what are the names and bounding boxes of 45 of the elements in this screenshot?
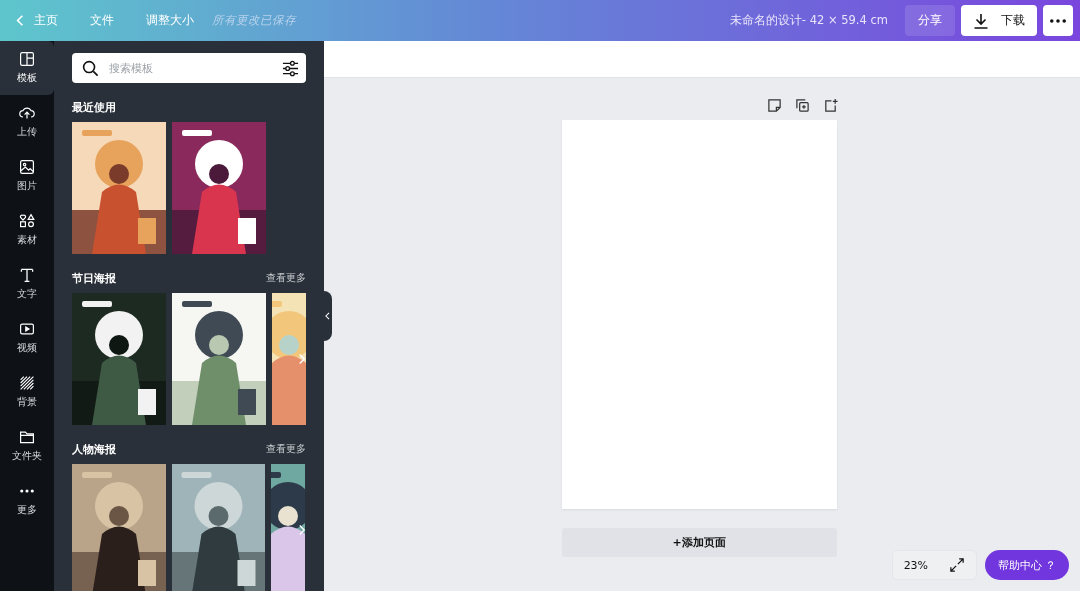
see-more-link[interactable]: 查看更多 — [266, 271, 306, 285]
filter-icon[interactable] — [282, 59, 299, 77]
download-icon — [973, 12, 989, 29]
sidebar-item[interactable]: 上传 — [0, 95, 54, 149]
search-input[interactable]: 搜索模板 — [107, 60, 274, 76]
folder-icon — [19, 429, 35, 445]
note-icon[interactable] — [766, 98, 782, 113]
section-title: 节日海报 — [72, 270, 116, 286]
more-icon — [20, 489, 34, 493]
add-page-icon[interactable] — [822, 98, 838, 113]
help-center-button[interactable]: 帮助中心 ？ — [984, 550, 1069, 580]
duplicate-icon[interactable] — [794, 98, 810, 113]
zoom-level: 23% — [903, 558, 929, 572]
see-more-link[interactable]: 查看更多 — [266, 442, 306, 456]
expand-icon[interactable] — [950, 558, 965, 572]
sidebar-item[interactable]: 素材 — [0, 203, 54, 257]
sidebar-item[interactable]: 图片 — [0, 149, 54, 203]
add-page-button[interactable]: +添加页面 — [561, 528, 837, 557]
search-icon — [82, 59, 99, 77]
background-icon — [19, 375, 35, 391]
sidebar-item[interactable]: 文字 — [0, 257, 54, 311]
text-icon — [19, 267, 35, 283]
more-button[interactable] — [1043, 5, 1073, 36]
back-icon — [16, 14, 24, 27]
template-icon — [19, 51, 35, 67]
sidebar-item[interactable]: 背景 — [0, 365, 54, 419]
more-icon — [1050, 18, 1066, 23]
collapse-icon — [325, 312, 330, 320]
sidebar-item[interactable]: 更多 — [0, 473, 54, 527]
upload-icon — [19, 105, 35, 121]
section-title: 人物海报 — [72, 441, 116, 457]
sidebar-item[interactable]: 文件夹 — [0, 419, 54, 473]
download-button[interactable]: 下载 — [961, 5, 1037, 36]
search-field[interactable]: 搜索模板 — [72, 53, 306, 83]
shapes-icon — [19, 213, 35, 229]
video-icon — [19, 321, 35, 337]
sidebar-item[interactable]: 视频 — [0, 311, 54, 365]
share-button[interactable]: 分享 — [905, 5, 955, 36]
design-title: 未命名的设计- 42 × 59.4 cm — [729, 13, 888, 28]
save-status: 所有更改已保存 — [212, 13, 296, 28]
sidebar-item[interactable]: 模板 — [0, 41, 54, 95]
zoom-control[interactable]: 23% — [891, 550, 977, 580]
section-title: 最近使用 — [72, 99, 116, 115]
collapse-handle[interactable] — [323, 291, 332, 341]
image-icon — [19, 159, 35, 175]
